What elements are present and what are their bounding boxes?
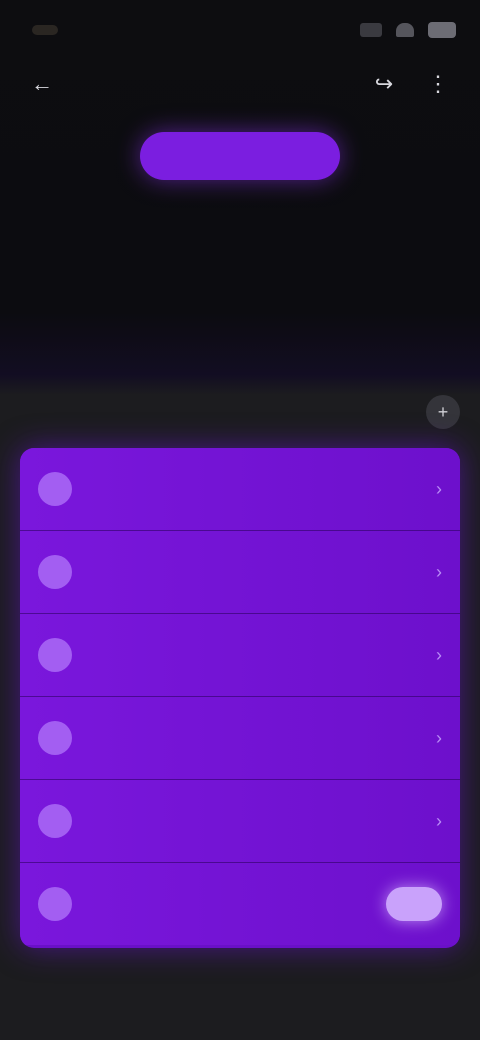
nav-actions: ↪ ⋮	[366, 66, 456, 102]
list-item[interactable]: ›	[20, 697, 460, 780]
app-screen: ← ↪ ⋮ + › › › › ›	[0, 0, 480, 1040]
panel-add-button[interactable]: +	[426, 395, 460, 429]
footer-link[interactable]	[228, 970, 252, 982]
more-button[interactable]: ⋮	[420, 66, 456, 102]
chevron-right-icon: ›	[436, 561, 442, 582]
share-button[interactable]: ↪	[366, 66, 402, 102]
plus-icon: +	[437, 401, 449, 422]
circle-icon	[38, 887, 72, 921]
share-icon: ↪	[374, 71, 394, 96]
circle-icon	[38, 721, 72, 755]
circle-icon	[38, 472, 72, 506]
chevron-right-icon: ›	[436, 727, 442, 748]
toggle-switch[interactable]	[386, 887, 442, 921]
battery-icon	[428, 22, 456, 38]
status-bar	[24, 12, 456, 48]
chevron-right-icon: ›	[436, 644, 442, 665]
status-left	[24, 25, 58, 35]
list-item[interactable]	[20, 863, 460, 945]
list-item[interactable]: ›	[20, 531, 460, 614]
back-button[interactable]: ←	[24, 66, 60, 102]
circle-icon	[38, 804, 72, 838]
circle-icon	[38, 638, 72, 672]
more-icon: ⋮	[427, 71, 449, 96]
back-arrow-icon: ←	[31, 71, 53, 96]
chevron-right-icon: ›	[436, 810, 442, 831]
list-item[interactable]: ›	[20, 780, 460, 863]
panel-header: +	[20, 390, 460, 434]
circle-icon	[38, 555, 72, 589]
list-item[interactable]: ›	[20, 614, 460, 697]
top-nav: ← ↪ ⋮	[24, 62, 456, 106]
list-item[interactable]: ›	[20, 448, 460, 531]
options-list: › › › › ›	[20, 448, 460, 948]
recording-indicator	[32, 25, 58, 35]
wifi-icon	[396, 23, 414, 37]
primary-action-button[interactable]	[140, 132, 340, 180]
signal-icon	[360, 23, 382, 37]
chevron-right-icon: ›	[436, 478, 442, 499]
status-right	[360, 22, 456, 38]
